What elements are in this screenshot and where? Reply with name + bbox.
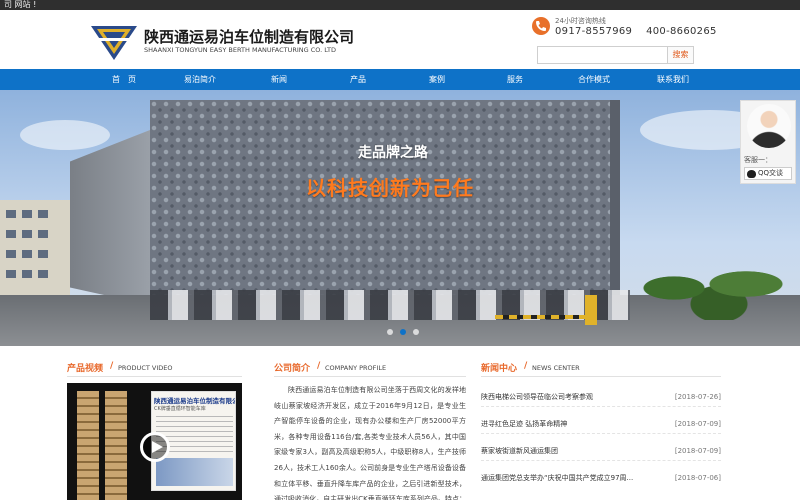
news-title[interactable]: 蔡家坡街道新风通运集团 — [481, 444, 641, 458]
news-date: [2018-07-26] — [674, 393, 721, 401]
news-separator — [481, 460, 721, 461]
company-logo[interactable] — [89, 24, 139, 62]
nav-item-about[interactable]: 易泊简介 — [175, 69, 225, 90]
video-card-image — [156, 458, 233, 486]
news-date: [2018-07-09] — [674, 447, 721, 455]
divider — [67, 376, 242, 377]
video-tower — [105, 391, 127, 500]
main-nav: 首 页 易泊简介 新闻 产品 案例 服务 合作模式 联系我们 — [0, 69, 800, 90]
slide-dot-active[interactable] — [400, 329, 406, 335]
news-item[interactable]: 陕西电梯公司领导莅临公司考察参观 [2018-07-26] — [481, 390, 721, 404]
news-item[interactable]: 进寻红色足迹 弘扬革命精神 [2018-07-09] — [481, 417, 721, 431]
profile-text: 陕西通运易泊车位制造有限公司坐落于西周文化的发祥地岐山蔡家坡经济开发区，成立于2… — [274, 386, 466, 500]
news-section-title[interactable]: 新闻中心 — [481, 361, 517, 374]
news-item[interactable]: 蔡家坡街道新风通运集团 [2018-07-09] — [481, 444, 721, 458]
garage-side-wall — [70, 130, 150, 305]
nav-item-cases[interactable]: 案例 — [417, 69, 457, 90]
video-tower — [77, 391, 99, 500]
nav-item-service[interactable]: 服务 — [495, 69, 535, 90]
phone-icon — [532, 17, 550, 35]
title-slash: / — [317, 361, 321, 371]
news-title[interactable]: 陕西电梯公司领导莅临公司考察参观 — [481, 390, 641, 404]
hotline-label: 24小时咨询热线 — [555, 17, 606, 25]
nav-item-news[interactable]: 新闻 — [259, 69, 299, 90]
qq-chat-label: QQ交谈 — [758, 169, 784, 177]
site-header: 陕西通运易泊车位制造有限公司 SHAANXI TONGYUN EASY BERT… — [0, 10, 800, 69]
news-title[interactable]: 进寻红色足迹 弘扬革命精神 — [481, 417, 641, 431]
search-button[interactable]: 搜索 — [668, 46, 694, 64]
video-section-title[interactable]: 产品视频 — [67, 361, 103, 374]
nav-item-products[interactable]: 产品 — [338, 69, 378, 90]
title-slash: / — [524, 361, 528, 371]
service-avatar — [747, 104, 791, 148]
qq-icon — [747, 170, 756, 178]
profile-section-title[interactable]: 公司简介 — [274, 361, 310, 374]
video-section-subtitle: PRODUCT VIDEO — [118, 364, 173, 372]
trees — [620, 240, 800, 320]
video-card-title: 陕西通运易泊车位制造有限公司 — [154, 397, 235, 405]
hero-banner[interactable]: 走品牌之路 以科技创新为己任 — [0, 90, 800, 346]
barrier-post — [585, 295, 597, 325]
divider — [274, 376, 466, 377]
title-slash: / — [110, 361, 114, 371]
top-strip: 司 网站 ! — [0, 0, 800, 10]
product-video[interactable]: 陕西通运易泊车位制造有限公司 CK牌垂直循环智能车库 — [67, 383, 242, 500]
news-separator — [481, 433, 721, 434]
news-date: [2018-07-06] — [674, 474, 721, 482]
company-name-en: SHAANXI TONGYUN EASY BERTH MANUFACTURING… — [144, 46, 336, 54]
news-date: [2018-07-09] — [674, 420, 721, 428]
play-icon[interactable] — [140, 432, 170, 462]
search-input[interactable] — [537, 46, 668, 64]
barrier-arm — [495, 315, 590, 319]
service-label: 客服一： — [744, 156, 772, 164]
customer-service-panel: 客服一： QQ交谈 — [740, 100, 796, 184]
cloud — [20, 120, 110, 150]
news-title[interactable]: 通运集团党总支举办“庆祝中国共产党成立97周... — [481, 471, 641, 485]
nav-item-home[interactable]: 首 页 — [104, 69, 144, 90]
banner-subtitle: 走品牌之路 — [358, 145, 428, 161]
nav-item-cooperation[interactable]: 合作模式 — [569, 69, 619, 90]
nav-item-contact[interactable]: 联系我们 — [648, 69, 698, 90]
slide-dot[interactable] — [413, 329, 419, 335]
hotline-numbers: 0917-8557969 400-8660265 — [555, 26, 717, 37]
video-card-subtitle: CK牌垂直循环智能车库 — [154, 406, 206, 412]
news-item[interactable]: 通运集团党总支举办“庆祝中国共产党成立97周... [2018-07-06] — [481, 471, 721, 485]
news-section-subtitle: NEWS CENTER — [532, 364, 580, 372]
banner-headline: 以科技创新为己任 — [306, 176, 474, 200]
profile-section-subtitle: COMPANY PROFILE — [325, 364, 387, 372]
company-name-cn: 陕西通运易泊车位制造有限公司 — [144, 28, 355, 46]
divider — [481, 376, 721, 377]
top-strip-text: 司 网站 ! — [4, 0, 37, 9]
qq-chat-button[interactable]: QQ交谈 — [744, 167, 792, 180]
news-separator — [481, 406, 721, 407]
slide-dot[interactable] — [387, 329, 393, 335]
